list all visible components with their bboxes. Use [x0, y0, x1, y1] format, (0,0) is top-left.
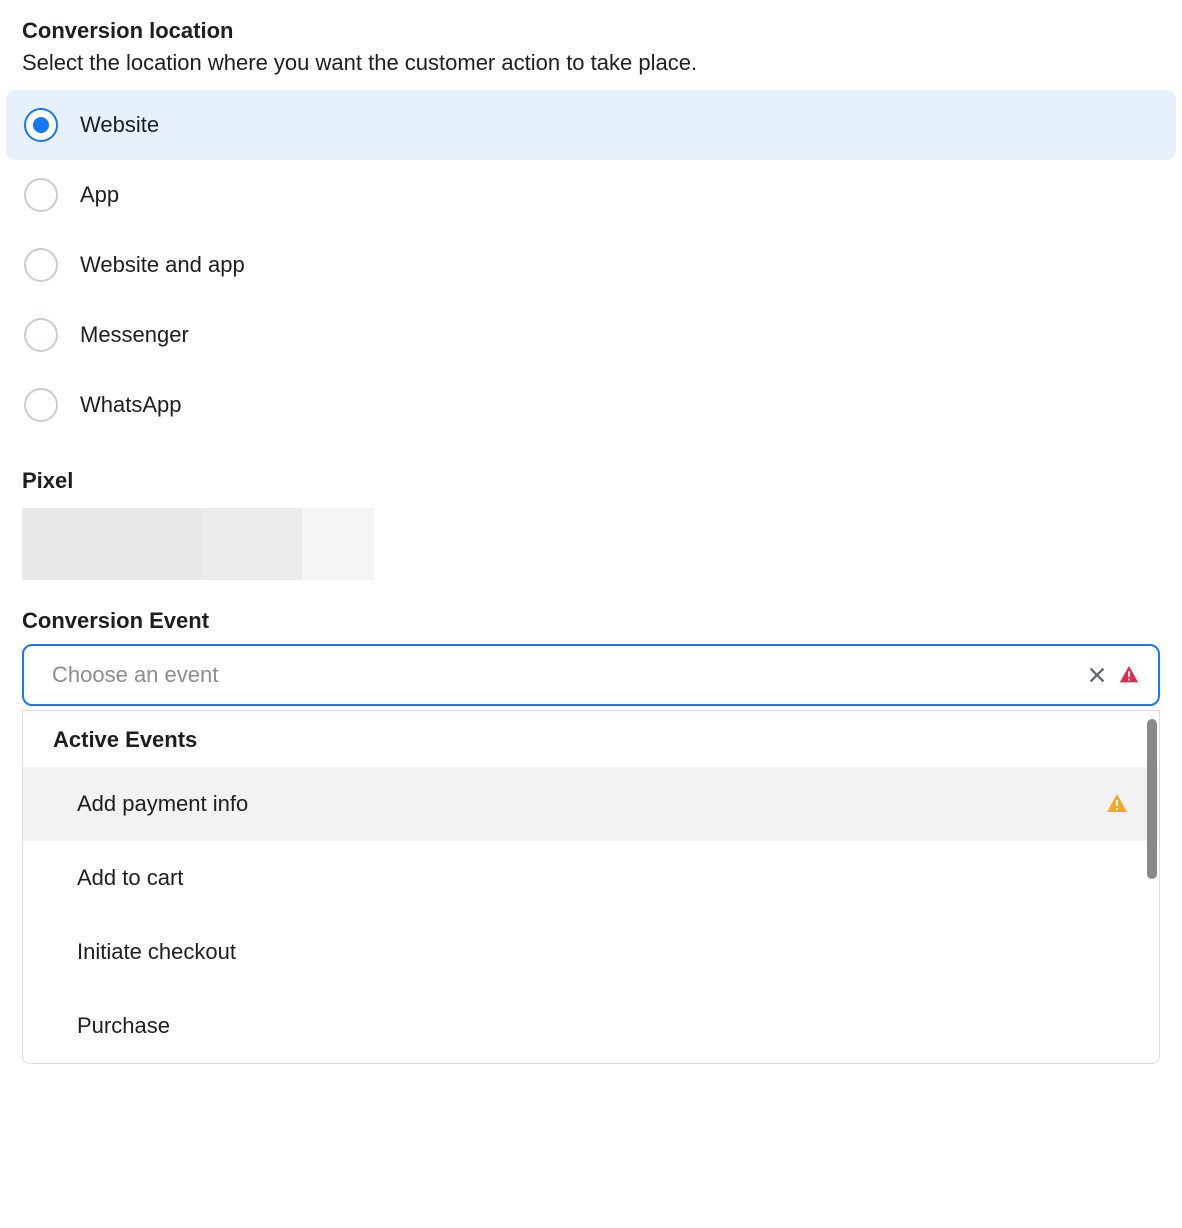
conversion-location-section: Conversion location Select the location … — [0, 18, 1182, 440]
dropdown-item-label: Purchase — [77, 1013, 170, 1039]
pixel-section: Pixel — [0, 468, 1182, 580]
radio-label: App — [80, 182, 119, 208]
dropdown-item-label: Initiate checkout — [77, 939, 236, 965]
conversion-event-title: Conversion Event — [22, 608, 1160, 634]
dropdown-item-label: Add payment info — [77, 791, 248, 817]
pixel-title: Pixel — [22, 468, 1160, 494]
pixel-redacted-block — [22, 508, 202, 580]
radio-label: Messenger — [80, 322, 189, 348]
close-icon[interactable] — [1086, 664, 1108, 686]
radio-option-messenger[interactable]: Messenger — [6, 300, 1176, 370]
conversion-location-title: Conversion location — [22, 18, 1160, 44]
pixel-redacted-block — [202, 508, 302, 580]
pixel-placeholder — [22, 508, 1160, 580]
dropdown-item-initiate-checkout[interactable]: Initiate checkout — [23, 915, 1159, 989]
radio-option-website[interactable]: Website — [6, 90, 1176, 160]
warning-triangle-icon — [1105, 792, 1129, 816]
conversion-event-section: Conversion Event Active Events Add payme… — [0, 608, 1182, 1064]
radio-option-website-and-app[interactable]: Website and app — [6, 230, 1176, 300]
radio-label: Website and app — [80, 252, 245, 278]
pixel-redacted-block — [302, 508, 374, 580]
conversion-location-radio-list: Website App Website and app Messenger Wh… — [6, 90, 1176, 440]
radio-circle-icon — [24, 108, 58, 142]
warning-triangle-icon — [1118, 664, 1140, 686]
radio-option-app[interactable]: App — [6, 160, 1176, 230]
dropdown-section-header: Active Events — [23, 711, 1159, 767]
radio-circle-icon — [24, 248, 58, 282]
conversion-event-combobox[interactable] — [22, 644, 1160, 706]
dropdown-item-add-payment-info[interactable]: Add payment info — [23, 767, 1159, 841]
conversion-location-subtitle: Select the location where you want the c… — [22, 50, 1160, 76]
radio-circle-icon — [24, 318, 58, 352]
dropdown-item-add-to-cart[interactable]: Add to cart — [23, 841, 1159, 915]
dropdown-item-label: Add to cart — [77, 865, 183, 891]
radio-option-whatsapp[interactable]: WhatsApp — [6, 370, 1176, 440]
radio-dot-icon — [33, 117, 49, 133]
radio-circle-icon — [24, 178, 58, 212]
radio-label: WhatsApp — [80, 392, 182, 418]
scrollbar[interactable] — [1147, 719, 1157, 879]
conversion-event-dropdown: Active Events Add payment info Add to ca… — [22, 710, 1160, 1064]
radio-label: Website — [80, 112, 159, 138]
conversion-event-input[interactable] — [52, 662, 1076, 688]
radio-circle-icon — [24, 388, 58, 422]
dropdown-item-purchase[interactable]: Purchase — [23, 989, 1159, 1063]
